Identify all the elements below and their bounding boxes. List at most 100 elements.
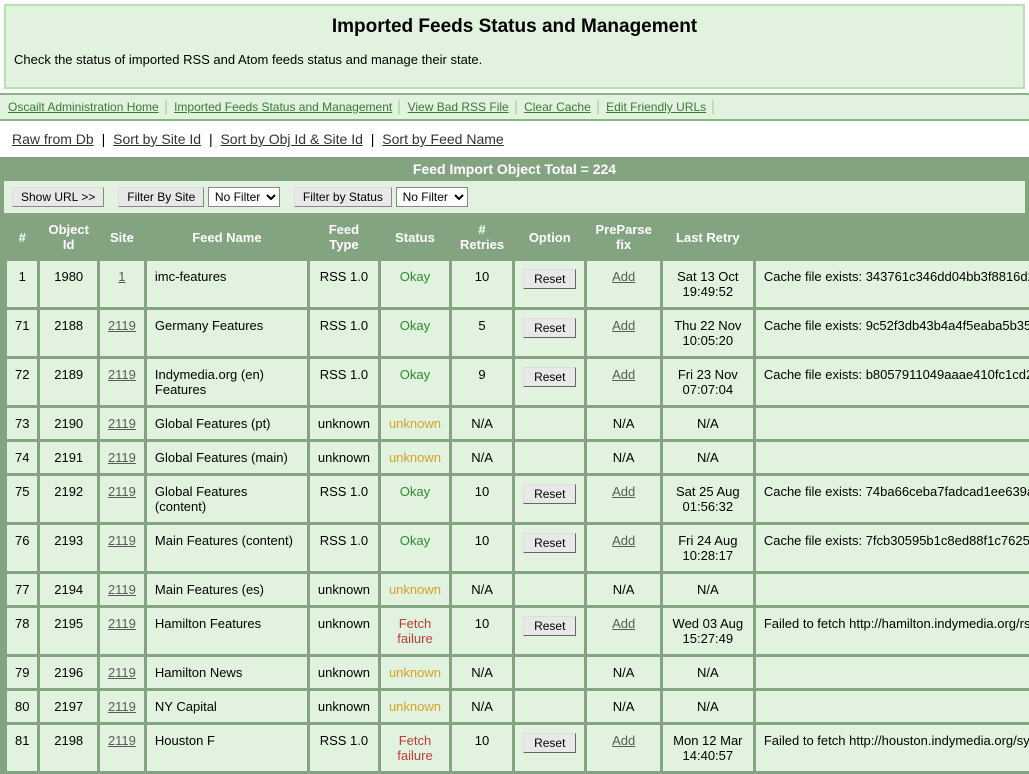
cell-last-retry: N/A [663,442,753,473]
show-url-button[interactable]: Show URL >> [12,187,104,207]
site-link[interactable]: 2119 [108,699,136,714]
nav-clear-cache[interactable]: Clear Cache [524,100,599,114]
cell-preparse: N/A [587,691,659,722]
reset-button[interactable]: Reset [523,616,576,636]
sort-raw[interactable]: Raw from Db [12,131,94,147]
cell-site: 1 [100,261,144,307]
site-link[interactable]: 2119 [108,582,136,597]
nav-edit-friendly-urls[interactable]: Edit Friendly URLs [606,100,714,114]
cell-retries: N/A [452,657,512,688]
filter-by-status-select[interactable]: No Filter [396,187,468,207]
site-link[interactable]: 2119 [108,318,136,333]
site-link[interactable]: 2119 [108,616,136,631]
cell-status: unknown [381,691,449,722]
cell-feed-type: RSS 1.0 [310,359,378,405]
cell-feed-name: Global Features (content) [147,476,307,522]
sort-by-site[interactable]: Sort by Site Id [113,131,201,147]
status-text: unknown [389,416,441,431]
sort-by-name[interactable]: Sort by Feed Name [382,131,503,147]
reset-button[interactable]: Reset [523,533,576,553]
site-link[interactable]: 1 [118,269,125,284]
cell-option: Reset [515,725,584,771]
cell-last-retry: Fri 24 Aug 10:28:17 [663,525,753,571]
cell-retries: N/A [452,574,512,605]
cell-feed-type: RSS 1.0 [310,725,378,771]
status-text: unknown [389,699,441,714]
status-text: Okay [400,269,430,284]
cell-retries: N/A [452,442,512,473]
filter-by-site-select[interactable]: No Filter [208,187,280,207]
cell-feed-name: Global Features (main) [147,442,307,473]
cell-last-retry: N/A [663,574,753,605]
cell-status: Okay [381,261,449,307]
status-text: Okay [400,533,430,548]
site-link[interactable]: 2119 [108,484,136,499]
reset-button[interactable]: Reset [523,367,576,387]
site-link[interactable]: 2119 [108,733,136,748]
cell-num: 75 [7,476,37,522]
cell-status: Fetch failure [381,608,449,654]
nav-admin-home[interactable]: Oscailt Administration Home [8,100,167,114]
reset-button[interactable]: Reset [523,269,576,289]
cell-retries: 10 [452,525,512,571]
col-last-error: Last Error / Cach [756,216,1029,258]
cell-feed-name: Hamilton Features [147,608,307,654]
page-description: Check the status of imported RSS and Ato… [14,52,1015,67]
cell-last-error: Failed to fetch http://hamilton.indymedi… [756,608,1029,654]
cell-status: unknown [381,408,449,439]
site-link[interactable]: 2119 [108,665,136,680]
sort-by-obj-site[interactable]: Sort by Obj Id & Site Id [220,131,362,147]
status-text: unknown [389,665,441,680]
table-row: 7121882119Germany FeaturesRSS 1.0Okay5Re… [7,310,1029,356]
cell-object-id: 2195 [40,608,96,654]
nav-imported-feeds[interactable]: Imported Feeds Status and Management [174,100,400,114]
cell-feed-type: RSS 1.0 [310,525,378,571]
cell-object-id: 2198 [40,725,96,771]
cell-retries: 10 [452,261,512,307]
cell-status: Okay [381,310,449,356]
add-link[interactable]: Add [612,733,635,748]
site-link[interactable]: 2119 [108,450,136,465]
add-link[interactable]: Add [612,484,635,499]
nav-view-bad-rss[interactable]: View Bad RSS File [408,100,517,114]
add-link[interactable]: Add [612,318,635,333]
filter-by-site-button[interactable]: Filter By Site [118,187,204,207]
cell-retries: 10 [452,725,512,771]
site-link[interactable]: 2119 [108,416,136,431]
add-link[interactable]: Add [612,367,635,382]
status-text: Okay [400,367,430,382]
cell-feed-name: Hamilton News [147,657,307,688]
add-link[interactable]: Add [612,269,635,284]
cell-status: unknown [381,442,449,473]
add-link[interactable]: Add [612,533,635,548]
cell-option: Reset [515,310,584,356]
cell-status: Okay [381,476,449,522]
reset-button[interactable]: Reset [523,484,576,504]
filter-by-status-button[interactable]: Filter by Status [294,187,392,207]
add-link[interactable]: Add [612,616,635,631]
cell-option: Reset [515,476,584,522]
site-link[interactable]: 2119 [108,533,136,548]
reset-button[interactable]: Reset [523,733,576,753]
cell-preparse: Add [587,310,659,356]
cell-retries: N/A [452,408,512,439]
cell-num: 77 [7,574,37,605]
admin-nav: Oscailt Administration Home Imported Fee… [0,93,1029,121]
cell-preparse: N/A [587,574,659,605]
cell-site: 2119 [100,574,144,605]
cell-retries: 10 [452,608,512,654]
table-row: 7321902119Global Features (pt)unknownunk… [7,408,1029,439]
cell-status: Fetch failure [381,725,449,771]
cell-preparse: N/A [587,408,659,439]
cell-last-retry: Mon 12 Mar 14:40:57 [663,725,753,771]
filter-controls: Show URL >> Filter By Site No Filter Fil… [0,181,1029,213]
cell-option [515,574,584,605]
feeds-table: # Object Id Site Feed Name Feed Type Sta… [0,213,1029,774]
reset-button[interactable]: Reset [523,318,576,338]
col-preparse: PreParse fix [587,216,659,258]
cell-last-error [756,574,1029,605]
cell-feed-name: imc-features [147,261,307,307]
site-link[interactable]: 2119 [108,367,136,382]
col-retries: # Retries [452,216,512,258]
cell-num: 79 [7,657,37,688]
